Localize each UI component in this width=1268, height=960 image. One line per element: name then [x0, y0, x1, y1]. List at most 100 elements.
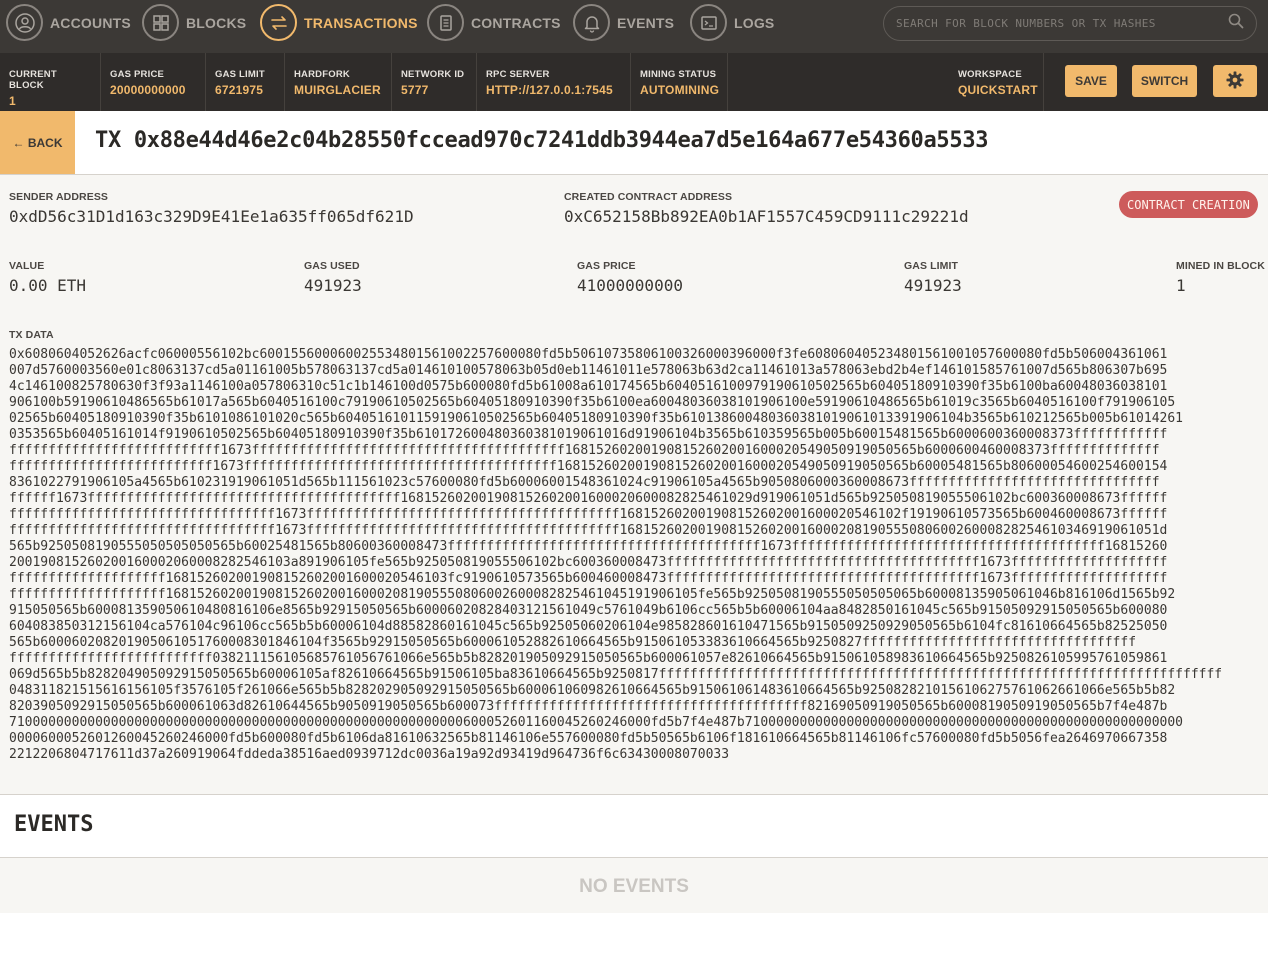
stat-label: Network ID: [401, 69, 465, 80]
top-navigation: Accounts Blocks Transactions Contracts E…: [0, 0, 1268, 53]
stat-value: 20000000000: [110, 83, 186, 97]
stat-value: Muirglacier: [294, 83, 381, 97]
tx-data-line: 906100b59190610486565b61017a565b60405161…: [9, 395, 1176, 410]
sender-address-field: Sender Address 0xdD56c31D1d163c329D9E41E…: [9, 191, 414, 226]
nav-blocks-label: Blocks: [186, 14, 247, 31]
nav-contracts[interactable]: Contracts: [427, 0, 561, 45]
document-icon: [427, 4, 464, 41]
nav-blocks[interactable]: Blocks: [142, 0, 246, 45]
tx-data-line: 0000600052601260045260246000fd5b600080fd…: [9, 731, 1168, 746]
transaction-details: Sender Address 0xdD56c31D1d163c329D9E41E…: [0, 175, 1268, 795]
nav-events-label: Events: [617, 14, 675, 31]
tx-value: 0.00 ETH: [9, 276, 87, 295]
nav-transactions-label: Transactions: [304, 14, 418, 31]
grid-icon: [142, 4, 179, 41]
bell-icon: [573, 4, 610, 41]
nav-events[interactable]: Events: [573, 0, 674, 45]
field-label: Gas Price: [577, 260, 636, 272]
settings-button[interactable]: [1213, 65, 1257, 97]
stat-value: Automining: [640, 83, 720, 97]
page-title: TX 0x88e44d46e2c04b28550fccead970c7241dd…: [95, 128, 989, 153]
tx-data-line: 8361022791906105a4565b610231919061051d56…: [9, 475, 1160, 490]
tx-data-line: ffffffffffffffffffffffffff1673ffffffffff…: [9, 459, 1168, 474]
tx-data-line: ffffffffffffffffffff16815260200190815260…: [9, 587, 1176, 602]
tx-data-line: 4c146100825780630f3f93a1146100a057806310…: [9, 379, 1168, 394]
no-events-message: No Events: [579, 876, 689, 897]
tx-data-line: 565b600060208201905061051760008301846104…: [9, 635, 1137, 650]
tx-mined-block: 1: [1176, 276, 1186, 295]
stat-label: Workspace: [958, 69, 1022, 80]
gear-icon: [1225, 70, 1245, 93]
stat-label: Mining Status: [640, 69, 717, 80]
field-label: Gas Limit: [904, 260, 958, 272]
created-contract-field: Created Contract Address 0xC652158Bb892E…: [564, 191, 969, 226]
field-label: Mined In Block: [1176, 260, 1265, 272]
events-section: EVENTS: [0, 796, 1268, 858]
events-list: No Events: [0, 858, 1268, 913]
stat-mining-status: Mining Status Automining: [631, 53, 728, 111]
field-label: Created Contract Address: [564, 191, 733, 203]
field-label: Value: [9, 260, 45, 272]
tx-data-line: 048311821515616156105f3576105f261066e565…: [9, 683, 1176, 698]
stat-rpc-server: RPC Server HTTP://127.0.0.1:7545: [477, 53, 631, 111]
stat-gas-price: Gas Price 20000000000: [101, 53, 206, 111]
field-label: Gas Used: [304, 260, 360, 272]
tx-data-line: 0x6080604052626acfc06000556102bc60015560…: [9, 347, 1168, 362]
stat-label: RPC Server: [486, 69, 550, 80]
tx-data-line: 915050565b600081359050610480816106e8565b…: [9, 603, 1168, 618]
field-label: Sender Address: [9, 191, 109, 203]
stat-value: HTTP://127.0.0.1:7545: [486, 83, 613, 97]
save-button[interactable]: Save: [1065, 65, 1117, 97]
value-field: Value 0.00 ETH: [9, 260, 86, 295]
swap-arrows-icon: [260, 4, 297, 41]
search-icon[interactable]: [1228, 13, 1244, 34]
nav-logs-label: Logs: [734, 14, 775, 31]
nav-transactions[interactable]: Transactions: [260, 0, 418, 45]
gas-used-field: Gas Used 491923: [304, 260, 362, 295]
gas-limit-field: Gas Limit 491923: [904, 260, 962, 295]
search-box: [883, 6, 1257, 41]
stat-label: Hardfork: [294, 69, 350, 80]
switch-button[interactable]: Switch: [1132, 65, 1197, 97]
tx-data-line: 565b9250508190555050505050565b6002548156…: [9, 539, 1168, 554]
field-label: TX Data: [9, 329, 54, 341]
sender-address: 0xdD56c31D1d163c329D9E41Ee1a635ff065df62…: [9, 207, 414, 226]
stat-value: 6721975: [215, 83, 264, 97]
events-title: EVENTS: [14, 812, 94, 837]
mined-block-field: Mined In Block 1: [1176, 260, 1265, 295]
search-input[interactable]: [896, 17, 1228, 30]
tx-data-line: 604083850312156104ca576104c96106cc565b5b…: [9, 619, 1168, 634]
tx-data-line: ffffff1673ffffffffffffffffffffffffffffff…: [9, 491, 1168, 506]
nav-logs[interactable]: Logs: [690, 0, 774, 45]
stat-network-id: Network ID 5777: [392, 53, 477, 111]
gas-price-field: Gas Price 41000000000: [577, 260, 683, 295]
tx-data-line: 02565b60405180910390f35b6101086101020c56…: [9, 411, 1183, 426]
nav-accounts[interactable]: Accounts: [6, 0, 131, 45]
created-contract-address: 0xC652158Bb892EA0b1AF1557C459CD9111c2922…: [564, 207, 969, 226]
person-icon: [6, 4, 43, 41]
tx-gas-used: 491923: [304, 276, 362, 295]
stat-label: Gas Limit: [215, 69, 265, 80]
tx-data-line: 200190815260200160002060008282546103a891…: [9, 555, 1168, 570]
tx-data-line: ffffffffffffffffffffffffff03821115610568…: [9, 651, 1168, 666]
stat-workspace: Workspace Quickstart: [949, 53, 1044, 111]
stat-value: 5777: [401, 83, 429, 97]
tx-data: 0x6080604052626acfc06000556102bc60015560…: [9, 347, 1259, 763]
stat-current-block: Current Block 1: [0, 53, 101, 111]
contract-creation-badge: CONTRACT CREATION: [1119, 191, 1258, 218]
transaction-title-bar: ← Back TX 0x88e44d46e2c04b28550fccead970…: [0, 111, 1268, 175]
stat-hardfork: Hardfork Muirglacier: [285, 53, 392, 111]
tx-data-line: fffffffffffffffffffffffffff1673fffffffff…: [9, 443, 1160, 458]
tx-data-line: 2212206804717611d37a260919064fddeda38516…: [9, 747, 730, 762]
stat-value: 1: [9, 94, 16, 108]
stat-label: Gas Price: [110, 69, 165, 80]
tx-data-line: ffffffffffffffffffffffffffffffffff1673ff…: [9, 507, 1168, 522]
stat-value: Quickstart: [958, 83, 1038, 97]
terminal-icon: [690, 4, 727, 41]
tx-data-line: ffffffffffffffffffffffffffffffffff1673ff…: [9, 523, 1168, 538]
back-button[interactable]: ← Back: [0, 111, 75, 174]
tx-data-line: 7100000000000000000000000000000000000000…: [9, 715, 1183, 730]
tx-data-line: 0353565b60405161014f9190610502565b604051…: [9, 427, 1168, 442]
stat-gas-limit: Gas Limit 6721975: [206, 53, 285, 111]
tx-data-line: 007d5760003560e01c8063137cd5a01161005b57…: [9, 363, 1168, 378]
